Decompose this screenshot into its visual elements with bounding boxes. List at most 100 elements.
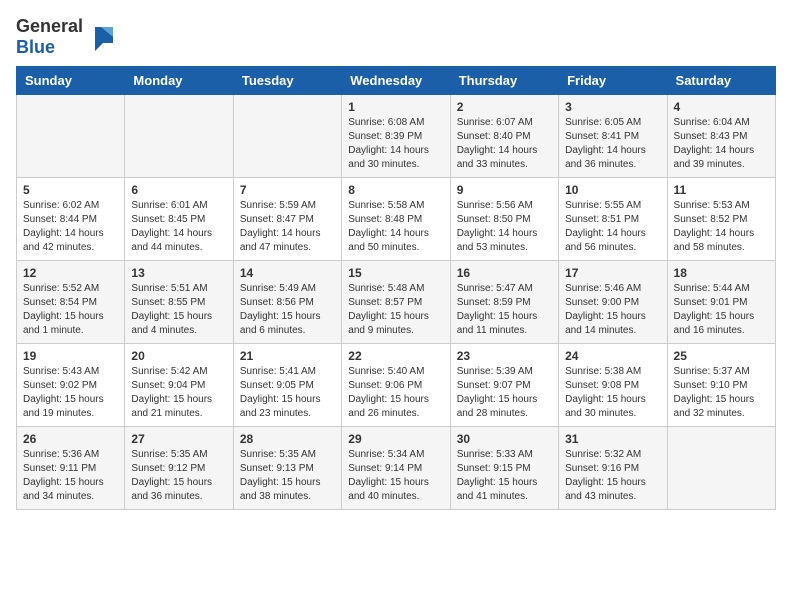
calendar-day-cell: 26 Sunrise: 5:36 AMSunset: 9:11 PMDaylig… <box>17 427 125 510</box>
logo-text: General Blue <box>16 16 83 58</box>
calendar-table: SundayMondayTuesdayWednesdayThursdayFrid… <box>16 66 776 510</box>
calendar-day-cell: 7 Sunrise: 5:59 AMSunset: 8:47 PMDayligh… <box>233 178 341 261</box>
day-number: 5 <box>23 183 118 197</box>
day-number: 27 <box>131 432 226 446</box>
day-info: Sunrise: 6:02 AMSunset: 8:44 PMDaylight:… <box>23 199 118 255</box>
day-number: 18 <box>674 266 769 280</box>
day-number: 14 <box>240 266 335 280</box>
day-info: Sunrise: 5:33 AMSunset: 9:15 PMDaylight:… <box>457 448 552 504</box>
calendar-day-cell: 1 Sunrise: 6:08 AMSunset: 8:39 PMDayligh… <box>342 95 450 178</box>
day-info: Sunrise: 5:43 AMSunset: 9:02 PMDaylight:… <box>23 365 118 421</box>
logo-blue: Blue <box>16 37 55 57</box>
day-info: Sunrise: 5:38 AMSunset: 9:08 PMDaylight:… <box>565 365 660 421</box>
calendar-week-row: 19 Sunrise: 5:43 AMSunset: 9:02 PMDaylig… <box>17 344 776 427</box>
calendar-day-cell: 30 Sunrise: 5:33 AMSunset: 9:15 PMDaylig… <box>450 427 558 510</box>
calendar-day-cell: 4 Sunrise: 6:04 AMSunset: 8:43 PMDayligh… <box>667 95 775 178</box>
day-info: Sunrise: 5:44 AMSunset: 9:01 PMDaylight:… <box>674 282 769 338</box>
page-header: General Blue <box>16 16 776 58</box>
day-header: Monday <box>125 67 233 95</box>
day-info: Sunrise: 5:51 AMSunset: 8:55 PMDaylight:… <box>131 282 226 338</box>
day-info: Sunrise: 5:56 AMSunset: 8:50 PMDaylight:… <box>457 199 552 255</box>
day-info: Sunrise: 5:42 AMSunset: 9:04 PMDaylight:… <box>131 365 226 421</box>
day-info: Sunrise: 5:49 AMSunset: 8:56 PMDaylight:… <box>240 282 335 338</box>
day-header: Thursday <box>450 67 558 95</box>
day-info: Sunrise: 5:59 AMSunset: 8:47 PMDaylight:… <box>240 199 335 255</box>
calendar-day-cell: 19 Sunrise: 5:43 AMSunset: 9:02 PMDaylig… <box>17 344 125 427</box>
calendar-day-cell <box>667 427 775 510</box>
day-number: 21 <box>240 349 335 363</box>
day-number: 10 <box>565 183 660 197</box>
day-number: 7 <box>240 183 335 197</box>
day-info: Sunrise: 5:37 AMSunset: 9:10 PMDaylight:… <box>674 365 769 421</box>
calendar-day-cell <box>17 95 125 178</box>
calendar-day-cell: 29 Sunrise: 5:34 AMSunset: 9:14 PMDaylig… <box>342 427 450 510</box>
calendar-week-row: 26 Sunrise: 5:36 AMSunset: 9:11 PMDaylig… <box>17 427 776 510</box>
day-number: 28 <box>240 432 335 446</box>
day-info: Sunrise: 5:34 AMSunset: 9:14 PMDaylight:… <box>348 448 443 504</box>
day-info: Sunrise: 5:35 AMSunset: 9:12 PMDaylight:… <box>131 448 226 504</box>
calendar-day-cell <box>125 95 233 178</box>
day-header: Saturday <box>667 67 775 95</box>
day-number: 19 <box>23 349 118 363</box>
calendar-day-cell: 15 Sunrise: 5:48 AMSunset: 8:57 PMDaylig… <box>342 261 450 344</box>
calendar-day-cell: 25 Sunrise: 5:37 AMSunset: 9:10 PMDaylig… <box>667 344 775 427</box>
day-info: Sunrise: 5:41 AMSunset: 9:05 PMDaylight:… <box>240 365 335 421</box>
day-number: 30 <box>457 432 552 446</box>
day-info: Sunrise: 5:35 AMSunset: 9:13 PMDaylight:… <box>240 448 335 504</box>
day-number: 29 <box>348 432 443 446</box>
calendar-day-cell: 6 Sunrise: 6:01 AMSunset: 8:45 PMDayligh… <box>125 178 233 261</box>
day-info: Sunrise: 5:55 AMSunset: 8:51 PMDaylight:… <box>565 199 660 255</box>
calendar-day-cell: 24 Sunrise: 5:38 AMSunset: 9:08 PMDaylig… <box>559 344 667 427</box>
day-info: Sunrise: 5:48 AMSunset: 8:57 PMDaylight:… <box>348 282 443 338</box>
day-info: Sunrise: 5:39 AMSunset: 9:07 PMDaylight:… <box>457 365 552 421</box>
day-number: 4 <box>674 100 769 114</box>
day-info: Sunrise: 6:07 AMSunset: 8:40 PMDaylight:… <box>457 116 552 172</box>
day-number: 9 <box>457 183 552 197</box>
calendar-week-row: 1 Sunrise: 6:08 AMSunset: 8:39 PMDayligh… <box>17 95 776 178</box>
calendar-day-cell: 17 Sunrise: 5:46 AMSunset: 9:00 PMDaylig… <box>559 261 667 344</box>
day-info: Sunrise: 5:58 AMSunset: 8:48 PMDaylight:… <box>348 199 443 255</box>
calendar-week-row: 12 Sunrise: 5:52 AMSunset: 8:54 PMDaylig… <box>17 261 776 344</box>
calendar-day-cell: 23 Sunrise: 5:39 AMSunset: 9:07 PMDaylig… <box>450 344 558 427</box>
calendar-day-cell: 22 Sunrise: 5:40 AMSunset: 9:06 PMDaylig… <box>342 344 450 427</box>
calendar-day-cell: 14 Sunrise: 5:49 AMSunset: 8:56 PMDaylig… <box>233 261 341 344</box>
calendar-day-cell: 18 Sunrise: 5:44 AMSunset: 9:01 PMDaylig… <box>667 261 775 344</box>
day-info: Sunrise: 5:52 AMSunset: 8:54 PMDaylight:… <box>23 282 118 338</box>
day-number: 26 <box>23 432 118 446</box>
calendar-day-cell: 5 Sunrise: 6:02 AMSunset: 8:44 PMDayligh… <box>17 178 125 261</box>
calendar-day-cell: 10 Sunrise: 5:55 AMSunset: 8:51 PMDaylig… <box>559 178 667 261</box>
calendar-day-cell: 9 Sunrise: 5:56 AMSunset: 8:50 PMDayligh… <box>450 178 558 261</box>
calendar-day-cell: 13 Sunrise: 5:51 AMSunset: 8:55 PMDaylig… <box>125 261 233 344</box>
day-number: 15 <box>348 266 443 280</box>
day-info: Sunrise: 6:01 AMSunset: 8:45 PMDaylight:… <box>131 199 226 255</box>
calendar-header-row: SundayMondayTuesdayWednesdayThursdayFrid… <box>17 67 776 95</box>
calendar-day-cell <box>233 95 341 178</box>
day-number: 12 <box>23 266 118 280</box>
day-number: 31 <box>565 432 660 446</box>
day-number: 1 <box>348 100 443 114</box>
day-info: Sunrise: 5:40 AMSunset: 9:06 PMDaylight:… <box>348 365 443 421</box>
day-info: Sunrise: 5:46 AMSunset: 9:00 PMDaylight:… <box>565 282 660 338</box>
calendar-day-cell: 27 Sunrise: 5:35 AMSunset: 9:12 PMDaylig… <box>125 427 233 510</box>
day-number: 16 <box>457 266 552 280</box>
calendar-day-cell: 31 Sunrise: 5:32 AMSunset: 9:16 PMDaylig… <box>559 427 667 510</box>
day-number: 23 <box>457 349 552 363</box>
day-number: 3 <box>565 100 660 114</box>
day-number: 25 <box>674 349 769 363</box>
day-number: 17 <box>565 266 660 280</box>
day-header: Sunday <box>17 67 125 95</box>
day-info: Sunrise: 6:08 AMSunset: 8:39 PMDaylight:… <box>348 116 443 172</box>
calendar-day-cell: 2 Sunrise: 6:07 AMSunset: 8:40 PMDayligh… <box>450 95 558 178</box>
day-header: Tuesday <box>233 67 341 95</box>
day-number: 20 <box>131 349 226 363</box>
calendar-day-cell: 3 Sunrise: 6:05 AMSunset: 8:41 PMDayligh… <box>559 95 667 178</box>
day-header: Friday <box>559 67 667 95</box>
day-number: 13 <box>131 266 226 280</box>
logo: General Blue <box>16 16 117 58</box>
calendar-week-row: 5 Sunrise: 6:02 AMSunset: 8:44 PMDayligh… <box>17 178 776 261</box>
calendar-day-cell: 21 Sunrise: 5:41 AMSunset: 9:05 PMDaylig… <box>233 344 341 427</box>
day-info: Sunrise: 5:53 AMSunset: 8:52 PMDaylight:… <box>674 199 769 255</box>
day-info: Sunrise: 6:05 AMSunset: 8:41 PMDaylight:… <box>565 116 660 172</box>
calendar-day-cell: 16 Sunrise: 5:47 AMSunset: 8:59 PMDaylig… <box>450 261 558 344</box>
day-info: Sunrise: 6:04 AMSunset: 8:43 PMDaylight:… <box>674 116 769 172</box>
